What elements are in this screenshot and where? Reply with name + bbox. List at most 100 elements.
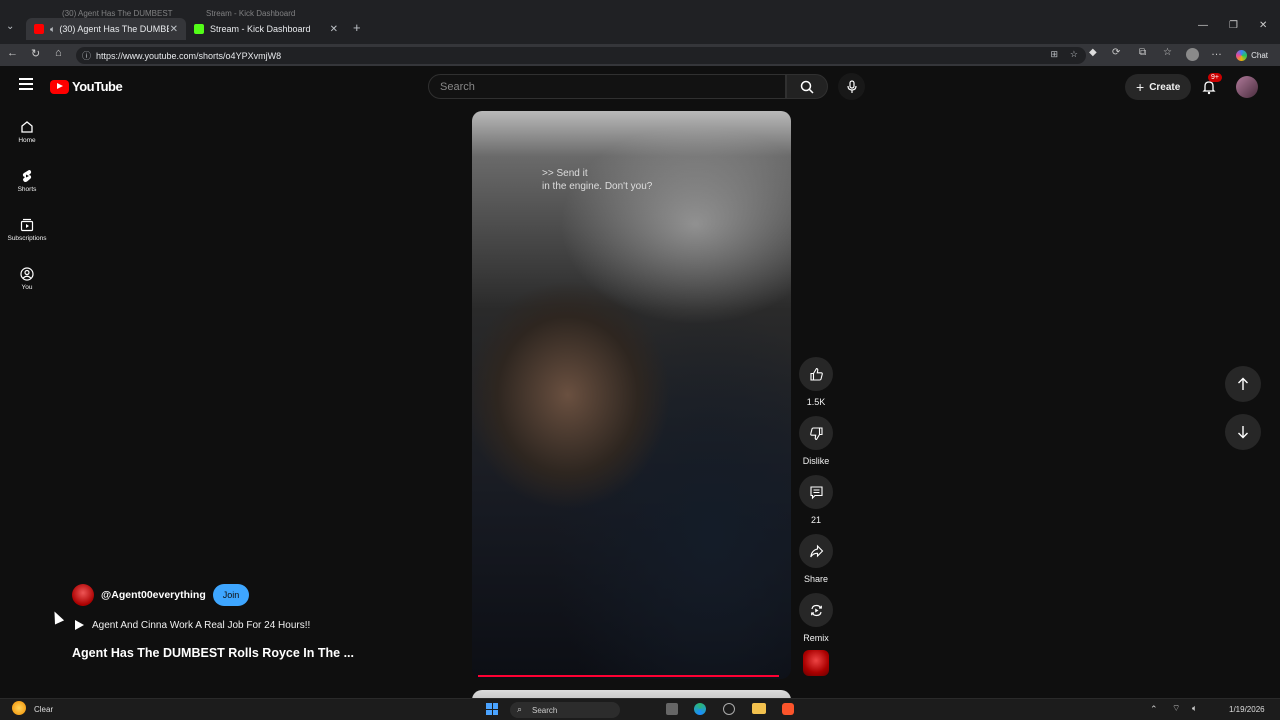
share-arrow-icon <box>809 544 823 557</box>
sidebar-item-label: Home <box>18 137 36 144</box>
chat-label: Chat <box>1251 50 1268 60</box>
playlist-title: Agent And Cinna Work A Real Job For 24 H… <box>92 619 311 631</box>
network-icon[interactable]: ⌔ <box>1172 703 1180 714</box>
you-icon <box>20 267 34 281</box>
share-label: Share <box>803 574 829 584</box>
channel-row: @Agent00everything Join <box>72 584 250 606</box>
more-menu-icon[interactable]: … <box>1211 46 1222 58</box>
app-available-icon[interactable]: ⊞ <box>1050 49 1058 60</box>
like-button[interactable]: 1.5K <box>798 357 834 407</box>
split-screen-icon[interactable]: ⧉ <box>1139 47 1146 58</box>
remix-button[interactable]: Remix <box>798 593 834 643</box>
search-input[interactable]: Search <box>428 74 786 99</box>
weather-icon[interactable] <box>12 701 26 715</box>
playlist-link[interactable]: Agent And Cinna Work A Real Job For 24 H… <box>74 619 310 631</box>
dislike-button[interactable]: Dislike <box>798 416 834 466</box>
create-button[interactable]: + Create <box>1125 74 1192 100</box>
task-view-icon[interactable] <box>666 703 678 715</box>
tray-date: 1/19/2026 <box>1229 705 1265 714</box>
sidebar-item-label: Subscriptions <box>7 235 47 242</box>
sidebar-item-you[interactable]: You <box>4 267 50 291</box>
channel-avatar[interactable] <box>72 584 94 606</box>
shorts-icon <box>22 170 32 182</box>
logo-text: YouTube <box>72 79 123 94</box>
ghost-tab-title: Stream - Kick Dashboard <box>206 9 296 18</box>
sidebar-item-home[interactable]: Home <box>4 120 50 144</box>
dislike-circle[interactable] <box>799 416 833 450</box>
remix-circle[interactable] <box>799 593 833 627</box>
subscriptions-icon <box>20 218 34 232</box>
voice-search-button[interactable] <box>838 73 865 100</box>
share-circle[interactable] <box>799 534 833 568</box>
profile-icon[interactable] <box>1186 48 1199 61</box>
notifications-button[interactable]: 9+ <box>1198 73 1222 98</box>
remix-icon <box>810 604 822 616</box>
youtube-logo[interactable]: YouTube <box>50 79 123 94</box>
arrow-down-icon <box>1238 426 1248 439</box>
sidebar-item-subscriptions[interactable]: Subscriptions <box>4 218 50 242</box>
comments-button[interactable]: 21 <box>798 475 834 525</box>
remix-label: Remix <box>803 633 829 643</box>
tab-title: (30) Agent Has The DUMBEST <box>59 24 170 34</box>
sidebar-item-shorts[interactable]: Shorts <box>4 169 50 193</box>
youtube-favicon-icon <box>34 24 44 34</box>
taskbar-search-text: Search <box>532 705 558 715</box>
url-field[interactable]: ⓘ https://www.youtube.com/shorts/o4YPXvm… <box>76 47 1086 64</box>
reload-icon[interactable]: ↻ <box>31 47 40 60</box>
video-caption: >> Send it in the engine. Don't you? <box>542 167 652 193</box>
tray-chevron-icon[interactable]: ⌃ <box>1150 704 1158 715</box>
file-explorer-icon[interactable] <box>752 703 766 714</box>
edge-icon[interactable] <box>694 703 706 715</box>
copilot-icon <box>1236 49 1248 61</box>
brave-icon[interactable] <box>782 703 794 715</box>
channel-handle[interactable]: @Agent00everything <box>101 589 206 601</box>
weather-text: Clear <box>34 705 54 714</box>
search-button[interactable] <box>786 74 828 99</box>
app-icon[interactable] <box>723 703 735 715</box>
window-close-icon[interactable]: ✕ <box>1259 20 1267 31</box>
close-tab-icon[interactable]: ✕ <box>170 24 178 35</box>
favorite-star-icon[interactable]: ☆ <box>1070 49 1078 60</box>
account-avatar[interactable] <box>1236 76 1258 98</box>
tab-kick[interactable]: Stream - Kick Dashboard ✕ <box>186 18 346 40</box>
hamburger-menu-icon[interactable] <box>19 78 33 90</box>
audio-playing-icon[interactable]: 🔈︎ <box>50 24 55 35</box>
join-button[interactable]: Join <box>212 584 250 606</box>
minimize-icon[interactable]: — <box>1198 20 1208 31</box>
windows-taskbar: Clear ⌕ Search ⌃ ⌔ 🔈︎ 1/19/2026 <box>0 698 1280 720</box>
back-icon[interactable]: ← <box>7 47 18 59</box>
thumbs-down-icon <box>809 426 823 440</box>
new-tab-icon[interactable]: + <box>353 20 361 35</box>
close-tab-icon[interactable]: ✕ <box>330 24 338 35</box>
notification-badge: 9+ <box>1208 73 1222 82</box>
url-text: https://www.youtube.com/shorts/o4YPXvmjW… <box>96 50 282 61</box>
video-progress-bar[interactable] <box>478 675 779 677</box>
channel-avatar-rail[interactable] <box>803 650 829 676</box>
tab-list-chevron-icon[interactable]: ⌄ <box>6 21 14 32</box>
home-icon <box>21 121 33 133</box>
create-label: Create <box>1149 81 1181 93</box>
sidebar-item-label: Shorts <box>17 186 37 193</box>
comments-circle[interactable] <box>799 475 833 509</box>
comment-count: 21 <box>810 515 821 525</box>
extension-refresh-icon[interactable]: ⟳ <box>1112 47 1120 58</box>
share-button[interactable]: Share <box>798 534 834 584</box>
home-browser-icon[interactable]: ⌂ <box>55 47 62 59</box>
like-count: 1.5K <box>806 397 826 407</box>
extension-icon[interactable]: ◆ <box>1089 47 1097 58</box>
copilot-chat-button[interactable]: Chat <box>1230 47 1274 63</box>
next-short-button[interactable] <box>1225 414 1261 450</box>
volume-icon[interactable]: 🔈︎ <box>1192 703 1197 714</box>
site-info-icon[interactable]: ⓘ <box>82 49 91 62</box>
play-triangle-icon <box>75 620 84 630</box>
shorts-video-player[interactable]: >> Send it in the engine. Don't you? <box>472 111 791 679</box>
taskbar-search[interactable]: ⌕ Search <box>510 702 620 718</box>
tab-youtube[interactable]: 🔈︎ (30) Agent Has The DUMBEST ✕ <box>26 18 186 40</box>
favorites-icon[interactable]: ☆ <box>1163 47 1172 58</box>
like-circle[interactable] <box>799 357 833 391</box>
video-title[interactable]: Agent Has The DUMBEST Rolls Royce In The… <box>72 646 354 660</box>
start-icon[interactable] <box>486 703 498 715</box>
restore-icon[interactable]: ❐ <box>1229 20 1238 31</box>
kick-favicon-icon <box>194 24 204 34</box>
previous-short-button[interactable] <box>1225 366 1261 402</box>
